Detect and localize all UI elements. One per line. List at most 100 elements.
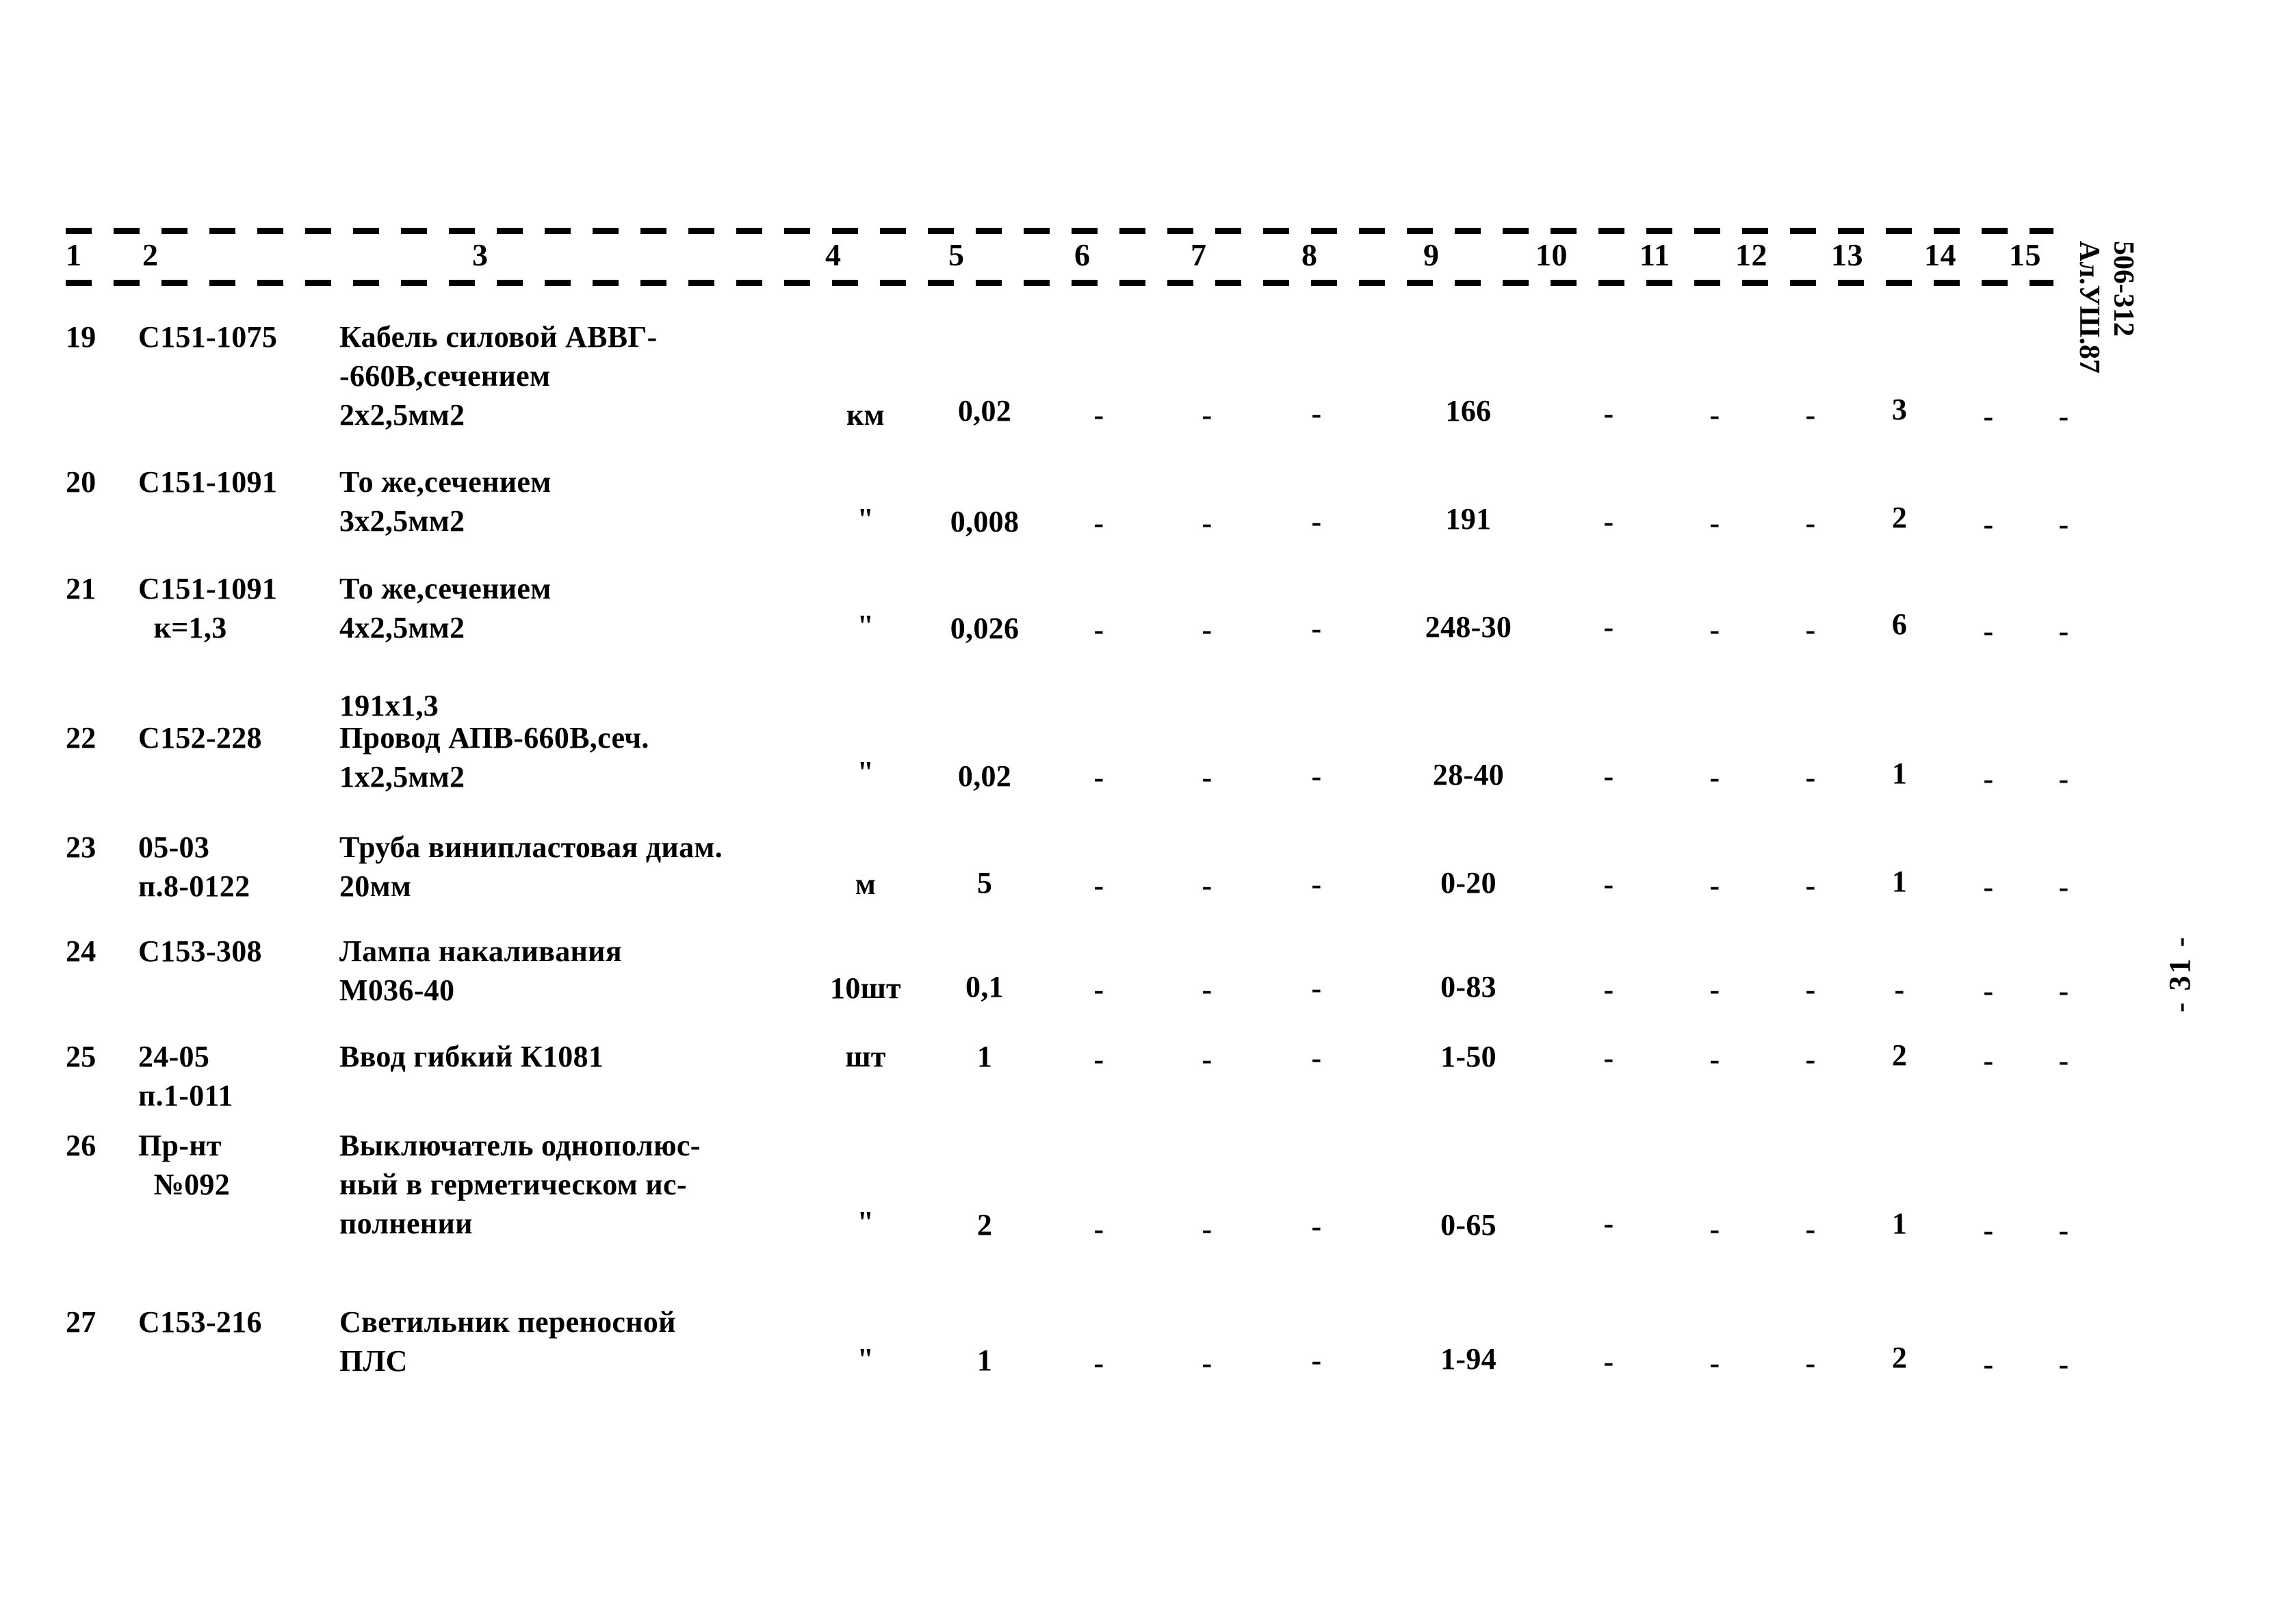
row-col9: 1-50 (1440, 1040, 1496, 1073)
row-col15: - (2058, 762, 2069, 796)
table-header-bottom-dashed-rule (66, 278, 2053, 287)
row-col13: - (1894, 973, 1905, 1006)
row-col15: - (2058, 400, 2069, 433)
row-col7: - (1202, 1043, 1213, 1076)
row-col10: - (1603, 1207, 1614, 1240)
row-col11: - (1709, 1346, 1720, 1380)
row-col11: - (1709, 1212, 1720, 1246)
row-col10: - (1603, 759, 1614, 793)
row-col14: - (1983, 762, 1994, 796)
row-col6: - (1093, 398, 1104, 432)
row-code: С153-216 (138, 1305, 262, 1339)
row-col15: - (2058, 974, 2069, 1008)
row-description: То же,сечением 3х2,5мм2 (339, 465, 552, 538)
row-col5: 0,008 (950, 505, 1020, 538)
row-col10: - (1603, 1041, 1614, 1075)
row-col13: 2 (1891, 1341, 1908, 1374)
row-col7: - (1202, 1346, 1213, 1380)
row-description: Провод АПВ-660В,сеч. 1х2,5мм2 (339, 721, 649, 794)
row-col14: - (1983, 614, 1994, 648)
row-col10: - (1603, 610, 1614, 644)
row-description: То же,сечением 4х2,5мм2 191х1,3 (339, 572, 552, 722)
row-code: С151-1091 (138, 465, 278, 499)
row-unit: м (855, 867, 877, 901)
estimate-table: 1 2 3 4 5 6 7 8 9 10 11 12 13 14 15 19 С… (66, 226, 2069, 1494)
row-col14: - (1983, 1348, 1994, 1381)
row-col8: - (1311, 397, 1322, 430)
row-col7: - (1202, 613, 1213, 646)
row-code: С151-1091 к=1,3 (138, 572, 278, 644)
row-col9: 0-65 (1440, 1208, 1496, 1242)
row-col11: - (1709, 506, 1720, 540)
row-col6: - (1093, 761, 1104, 794)
row-col10: - (1603, 397, 1614, 430)
row-col8: - (1311, 759, 1322, 793)
column-number-7: 7 (1191, 237, 1207, 272)
row-unit: " (857, 755, 874, 789)
row-description: Лампа накаливания М036-40 (339, 934, 622, 1007)
row-code: С153-308 (138, 934, 262, 968)
row-col7: - (1202, 761, 1213, 794)
row-col12: - (1805, 973, 1816, 1006)
document-code-stamp: 506-312 Ал.УШ.87 (2072, 241, 2140, 374)
row-col15: - (2058, 1214, 2069, 1247)
row-col13: 3 (1891, 393, 1908, 426)
row-col8: - (1311, 505, 1322, 538)
row-col12: - (1805, 398, 1816, 432)
column-number-6: 6 (1074, 237, 1091, 272)
row-unit: шт (845, 1040, 886, 1073)
column-number-12: 12 (1735, 237, 1767, 272)
row-description: Выключатель однополюс- ный в герметическ… (339, 1129, 701, 1240)
row-col5: 0,02 (957, 759, 1012, 793)
row-col15: - (2058, 870, 2069, 904)
row-col8: - (1311, 1041, 1322, 1075)
row-col10: - (1603, 973, 1614, 1006)
column-number-1: 1 (66, 237, 82, 272)
row-col9: 28-40 (1432, 758, 1505, 791)
row-col15: - (2058, 1044, 2069, 1077)
column-number-5: 5 (948, 237, 965, 272)
row-description: Труба винипластовая диам. 20мм (339, 830, 723, 903)
row-col14: - (1983, 870, 1994, 904)
row-col14: - (1983, 1044, 1994, 1077)
row-unit: " (857, 609, 874, 642)
row-col14: - (1983, 400, 1994, 433)
row-col13: 1 (1891, 1207, 1908, 1240)
row-col7: - (1202, 1212, 1213, 1246)
row-number: 27 (66, 1305, 96, 1339)
row-col8: - (1311, 867, 1322, 901)
row-number: 26 (66, 1129, 96, 1162)
row-col8: - (1311, 1209, 1322, 1243)
row-col9: 0-20 (1440, 866, 1496, 900)
row-col8: - (1311, 971, 1322, 1005)
page-number-marker: - 31 - (2163, 934, 2196, 1012)
row-col9: 166 (1445, 394, 1492, 428)
row-number: 24 (66, 934, 96, 968)
row-col12: - (1805, 761, 1816, 794)
row-unit: 10шт (830, 971, 901, 1005)
row-col6: - (1093, 1043, 1104, 1076)
column-number-14: 14 (1924, 237, 1956, 272)
row-col6: - (1093, 506, 1104, 540)
column-number-11: 11 (1639, 237, 1670, 272)
row-col14: - (1983, 974, 1994, 1008)
column-number-3: 3 (472, 237, 489, 272)
column-number-15: 15 (2009, 237, 2041, 272)
row-code: 05-03 п.8-0122 (138, 830, 250, 903)
row-col14: - (1983, 508, 1994, 541)
row-unit: км (846, 398, 885, 432)
row-col6: - (1093, 1212, 1104, 1246)
row-unit: " (857, 1342, 874, 1376)
row-description: Ввод гибкий К1081 (339, 1040, 604, 1073)
row-col10: - (1603, 867, 1614, 901)
row-col5: 1 (976, 1040, 993, 1073)
row-col9: 0-83 (1440, 970, 1496, 1004)
row-col14: - (1983, 1214, 1994, 1247)
row-col11: - (1709, 398, 1720, 432)
column-number-10: 10 (1535, 237, 1568, 272)
row-col9: 191 (1445, 502, 1492, 536)
row-col13: 1 (1891, 757, 1908, 790)
row-description: Кабель силовой АВВГ- -660В,сечением 2х2,… (339, 320, 658, 432)
row-number: 23 (66, 830, 96, 864)
row-col5: 0,026 (950, 612, 1020, 645)
